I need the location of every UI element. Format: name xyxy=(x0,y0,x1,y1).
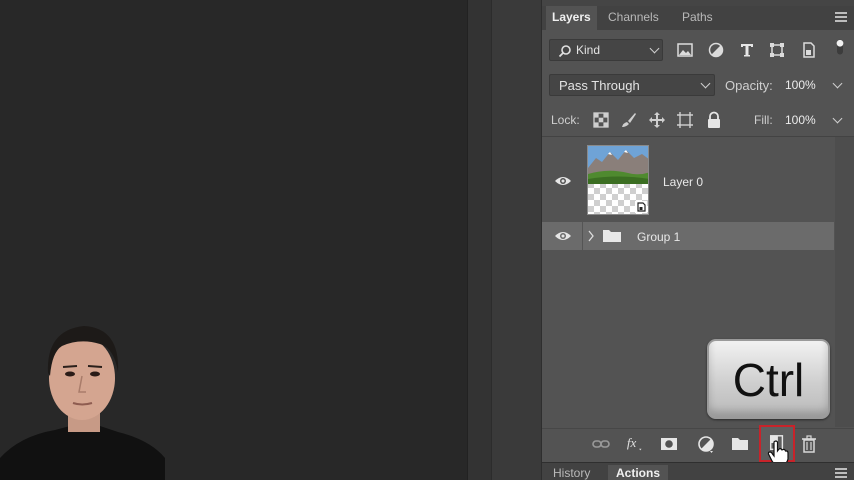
chevron-down-icon xyxy=(700,78,711,89)
tab-paths[interactable]: Paths xyxy=(676,6,719,30)
blend-mode-value: Pass Through xyxy=(559,78,640,93)
layer-name[interactable]: Group 1 xyxy=(637,230,680,244)
tab-history[interactable]: History xyxy=(545,465,598,480)
lock-transparent-pixels-icon[interactable] xyxy=(592,111,610,129)
svg-text:fx: fx xyxy=(627,435,637,450)
search-icon xyxy=(558,45,571,58)
lower-tab-bar: History Actions xyxy=(542,462,854,480)
lock-artboard-icon[interactable] xyxy=(676,111,694,129)
chevron-down-icon xyxy=(649,43,660,54)
shape-filter-icon[interactable] xyxy=(768,41,786,59)
panel-dock-strip xyxy=(491,0,541,480)
fill-label: Fill: xyxy=(754,113,773,127)
fill-chevron-down-icon[interactable] xyxy=(832,113,843,124)
panel-tab-bar: Layers Channels Paths xyxy=(542,6,854,30)
adjustment-layer-icon[interactable] xyxy=(697,435,715,453)
layer-row-layer-0[interactable]: Layer 0 xyxy=(542,140,834,220)
folder-icon xyxy=(603,230,621,242)
fx-icon[interactable]: fx xyxy=(626,434,644,452)
layers-scrollbar[interactable] xyxy=(835,137,854,427)
lower-panel-menu-icon[interactable] xyxy=(835,468,847,478)
presenter-video xyxy=(0,318,170,480)
ctrl-key-overlay: Ctrl xyxy=(707,339,830,419)
fill-field[interactable]: 100% xyxy=(785,113,816,127)
blend-mode-select[interactable]: Pass Through xyxy=(549,74,715,96)
new-group-icon[interactable] xyxy=(731,435,749,453)
lock-all-icon[interactable] xyxy=(705,111,723,129)
landscape-thumbnail-image xyxy=(588,146,648,184)
eye-icon[interactable] xyxy=(554,175,572,187)
eye-icon[interactable] xyxy=(554,230,572,242)
opacity-chevron-down-icon[interactable] xyxy=(832,78,843,89)
image-filter-icon[interactable] xyxy=(676,41,694,59)
smart-object-badge-icon xyxy=(635,201,647,213)
delete-icon[interactable] xyxy=(800,435,818,453)
filter-toggle-icon[interactable] xyxy=(831,38,849,56)
tab-layers[interactable]: Layers xyxy=(546,6,597,30)
expand-chevron-icon[interactable] xyxy=(587,230,595,242)
workspace-gutter xyxy=(467,0,491,480)
lock-image-pixels-icon[interactable] xyxy=(620,111,638,129)
tab-actions[interactable]: Actions xyxy=(608,465,669,480)
lock-label: Lock: xyxy=(551,113,580,127)
lock-position-icon[interactable] xyxy=(648,111,666,129)
opacity-field[interactable]: 100% xyxy=(785,78,816,92)
panel-menu-icon[interactable] xyxy=(835,12,847,22)
layer-thumbnail[interactable] xyxy=(587,145,649,215)
key-label: Ctrl xyxy=(732,354,805,406)
panel-separator xyxy=(542,136,854,137)
add-mask-icon[interactable] xyxy=(660,435,678,453)
kind-filter-select[interactable]: Kind xyxy=(549,39,663,61)
layer-row-group-1[interactable]: Group 1 xyxy=(542,222,834,250)
smart-object-filter-icon[interactable] xyxy=(800,41,818,59)
opacity-label: Opacity: xyxy=(725,78,773,93)
adjustment-filter-icon[interactable] xyxy=(707,41,725,59)
tab-channels[interactable]: Channels xyxy=(602,6,665,30)
row-divider xyxy=(582,222,583,250)
kind-filter-label: Kind xyxy=(576,43,601,57)
link-layers-icon[interactable] xyxy=(592,435,610,453)
layer-name[interactable]: Layer 0 xyxy=(663,175,703,189)
canvas-workspace[interactable] xyxy=(0,0,467,480)
type-filter-icon[interactable] xyxy=(738,41,756,59)
